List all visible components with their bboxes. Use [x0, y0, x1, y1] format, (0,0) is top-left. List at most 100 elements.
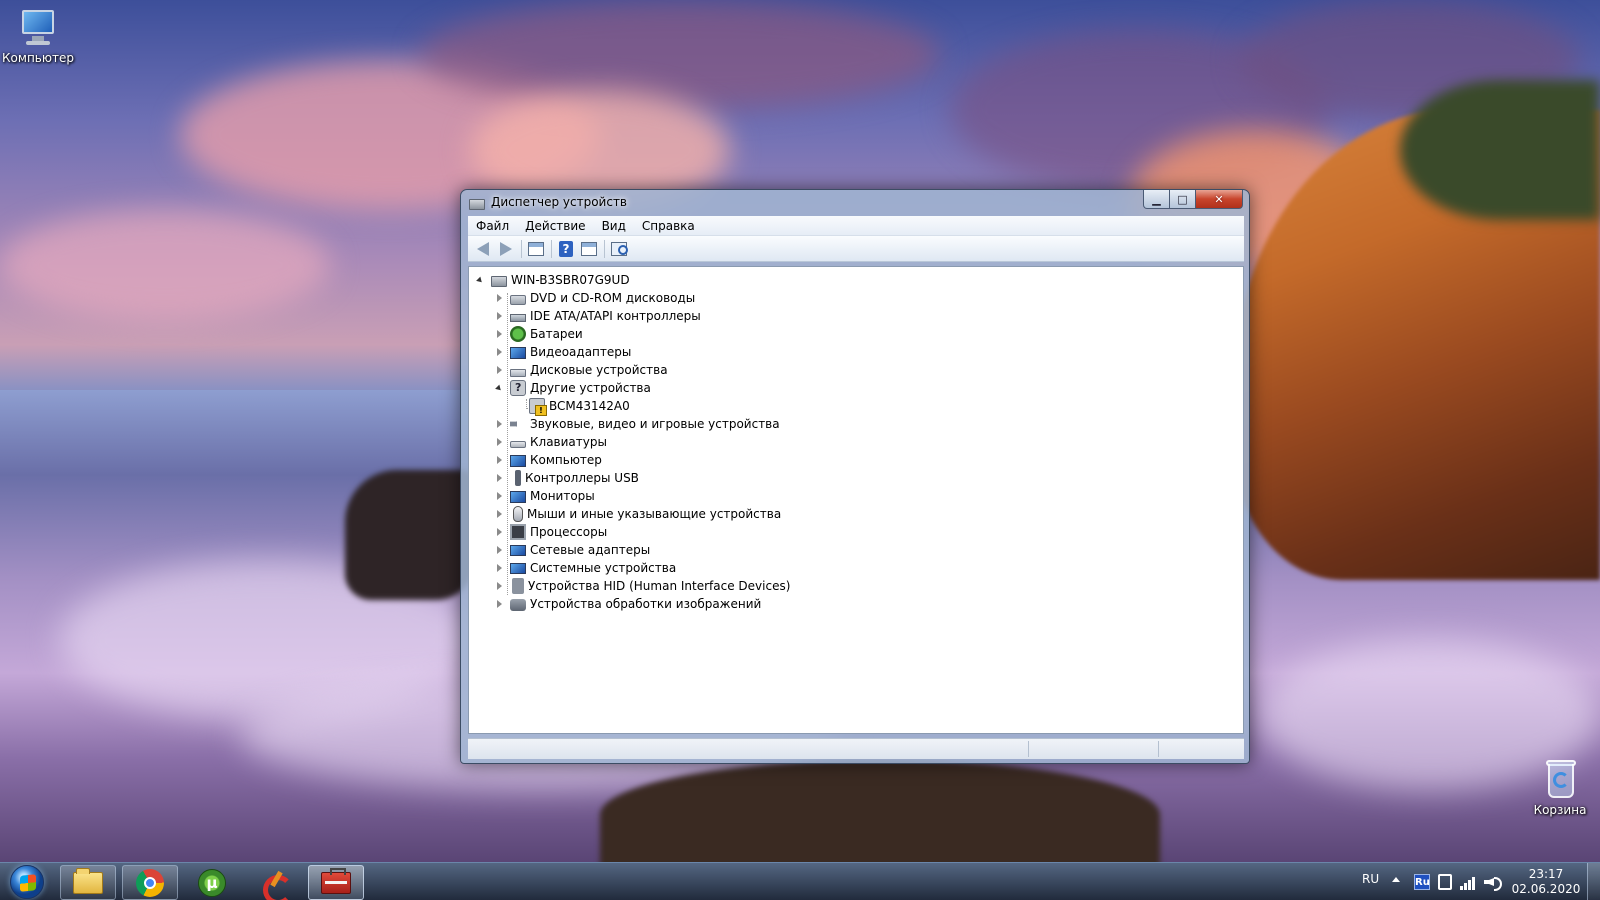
battery-icon	[510, 326, 526, 342]
tree-category-batteries[interactable]: Батареи	[475, 325, 790, 343]
language-indicator[interactable]: RU	[1362, 872, 1379, 886]
keyboard-icon	[510, 441, 526, 448]
expand-toggle[interactable]	[494, 599, 504, 609]
menu-action[interactable]: Действие	[517, 219, 593, 233]
maximize-button[interactable]: □	[1170, 190, 1196, 209]
volume-icon[interactable]	[1484, 875, 1502, 891]
expand-toggle[interactable]	[494, 365, 504, 375]
expand-toggle[interactable]	[494, 563, 504, 573]
expand-toggle[interactable]	[494, 473, 504, 483]
tree-category-hid[interactable]: Устройства HID (Human Interface Devices)	[475, 577, 790, 595]
network-signal-icon[interactable]	[1460, 874, 1476, 890]
expand-toggle[interactable]	[494, 527, 504, 537]
usb-icon	[515, 470, 521, 486]
expand-toggle[interactable]	[494, 581, 504, 591]
tree-category-monitors[interactable]: Мониторы	[475, 487, 790, 505]
expand-toggle[interactable]	[494, 347, 504, 357]
input-language-icon[interactable]: Ru	[1414, 874, 1430, 890]
tree-category-sound[interactable]: Звуковые, видео и игровые устройства	[475, 415, 790, 433]
power-icon[interactable]	[1438, 874, 1452, 890]
help-button[interactable]: ?	[555, 239, 577, 259]
menu-file[interactable]: Файл	[468, 219, 517, 233]
tree-category-imaging[interactable]: Устройства обработки изображений	[475, 595, 790, 613]
expand-toggle[interactable]	[494, 509, 504, 519]
device-manager-icon	[321, 867, 351, 894]
system-devices-icon	[510, 563, 526, 574]
tree-category-display-adapters[interactable]: Видеоадаптеры	[475, 343, 790, 361]
tree-category-label: Клавиатуры	[530, 435, 607, 449]
other-devices-icon	[510, 380, 526, 396]
taskbar-explorer[interactable]	[60, 865, 116, 900]
tree-category-label: Устройства HID (Human Interface Devices)	[528, 579, 791, 593]
show-desktop-button[interactable]	[1587, 863, 1600, 900]
tree-category-label: Контроллеры USB	[525, 471, 639, 485]
toolbar: ?	[468, 236, 1244, 262]
menu-view[interactable]: Вид	[594, 219, 634, 233]
clock-date: 02.06.2020	[1511, 882, 1581, 896]
start-button[interactable]	[3, 864, 51, 900]
expand-toggle[interactable]	[494, 311, 504, 321]
imaging-icon	[510, 599, 526, 611]
desktop-icon-computer[interactable]: Компьютер	[0, 6, 76, 65]
close-button[interactable]: ✕	[1196, 190, 1243, 209]
scan-hardware-button[interactable]	[608, 239, 630, 259]
menu-help[interactable]: Справка	[634, 219, 703, 233]
device-tree-pane[interactable]: WIN-B3SBR07G9UD DVD и CD-ROM дисководы I…	[468, 266, 1244, 734]
expand-toggle[interactable]	[494, 329, 504, 339]
mouse-icon	[513, 506, 523, 522]
tree-category-label: Батареи	[530, 327, 583, 341]
forward-button[interactable]	[495, 239, 517, 259]
tree-category-mice[interactable]: Мыши и иные указывающие устройства	[475, 505, 790, 523]
tree-device-label: BCM43142A0	[549, 399, 630, 413]
tree-root-label: WIN-B3SBR07G9UD	[511, 273, 630, 287]
tree-category-label: IDE ATA/ATAPI контроллеры	[530, 309, 701, 323]
expand-toggle[interactable]	[494, 545, 504, 555]
status-bar	[468, 738, 1244, 759]
tree-category-label: Мыши и иные указывающие устройства	[527, 507, 782, 521]
tree-category-other-devices[interactable]: Другие устройства	[475, 379, 790, 397]
help-icon: ?	[559, 240, 573, 257]
tree-category-disk-drives[interactable]: Дисковые устройства	[475, 361, 790, 379]
title-bar[interactable]: Диспетчер устройств ▁ □ ✕	[461, 190, 1249, 216]
tree-category-label: Дисковые устройства	[530, 363, 668, 377]
tree-device-bcm43142a0[interactable]: BCM43142A0	[475, 397, 790, 416]
tree-category-system[interactable]: Системные устройства	[475, 559, 790, 577]
tree-category-usb[interactable]: Контроллеры USB	[475, 469, 790, 487]
properties-button[interactable]	[525, 239, 547, 259]
tree-root[interactable]: WIN-B3SBR07G9UD	[475, 271, 790, 289]
collapse-toggle[interactable]	[494, 383, 504, 393]
show-hidden-icons-icon[interactable]	[1392, 877, 1400, 882]
tree-category-label: Компьютер	[530, 453, 602, 467]
collapse-toggle[interactable]	[475, 275, 485, 285]
clock[interactable]: 23:17 02.06.2020	[1510, 867, 1582, 897]
back-button[interactable]	[472, 239, 494, 259]
ccleaner-icon	[260, 869, 293, 900]
minimize-button[interactable]: ▁	[1143, 190, 1170, 209]
tree-category-processors[interactable]: Процессоры	[475, 523, 790, 541]
computer-icon	[510, 454, 526, 467]
expand-toggle[interactable]	[494, 455, 504, 465]
menu-bar: Файл Действие Вид Справка	[468, 216, 1244, 236]
network-adapter-icon	[510, 545, 526, 556]
taskbar-chrome[interactable]	[122, 865, 178, 900]
taskbar-ccleaner[interactable]	[246, 865, 302, 900]
tree-category-computer[interactable]: Компьютер	[475, 451, 790, 469]
expand-toggle[interactable]	[494, 419, 504, 429]
scan-hardware-icon	[611, 241, 628, 256]
taskbar-device-manager[interactable]	[308, 865, 364, 900]
device-manager-window: Диспетчер устройств ▁ □ ✕ Файл Действие …	[460, 189, 1250, 764]
expand-toggle[interactable]	[494, 293, 504, 303]
update-driver-button[interactable]	[578, 239, 600, 259]
computer-icon	[16, 6, 60, 48]
tree-category-network[interactable]: Сетевые адаптеры	[475, 541, 790, 559]
expand-toggle[interactable]	[494, 437, 504, 447]
expand-toggle[interactable]	[494, 491, 504, 501]
back-icon	[477, 241, 489, 256]
device-manager-icon	[469, 199, 485, 210]
tree-category-dvd[interactable]: DVD и CD-ROM дисководы	[475, 289, 790, 307]
tree-category-label: Другие устройства	[530, 381, 651, 395]
tree-category-keyboards[interactable]: Клавиатуры	[475, 433, 790, 451]
tree-category-ide[interactable]: IDE ATA/ATAPI контроллеры	[475, 307, 790, 325]
taskbar-utorrent[interactable]: µ	[184, 865, 240, 900]
desktop-icon-recycle-bin[interactable]: Корзина	[1522, 756, 1598, 817]
